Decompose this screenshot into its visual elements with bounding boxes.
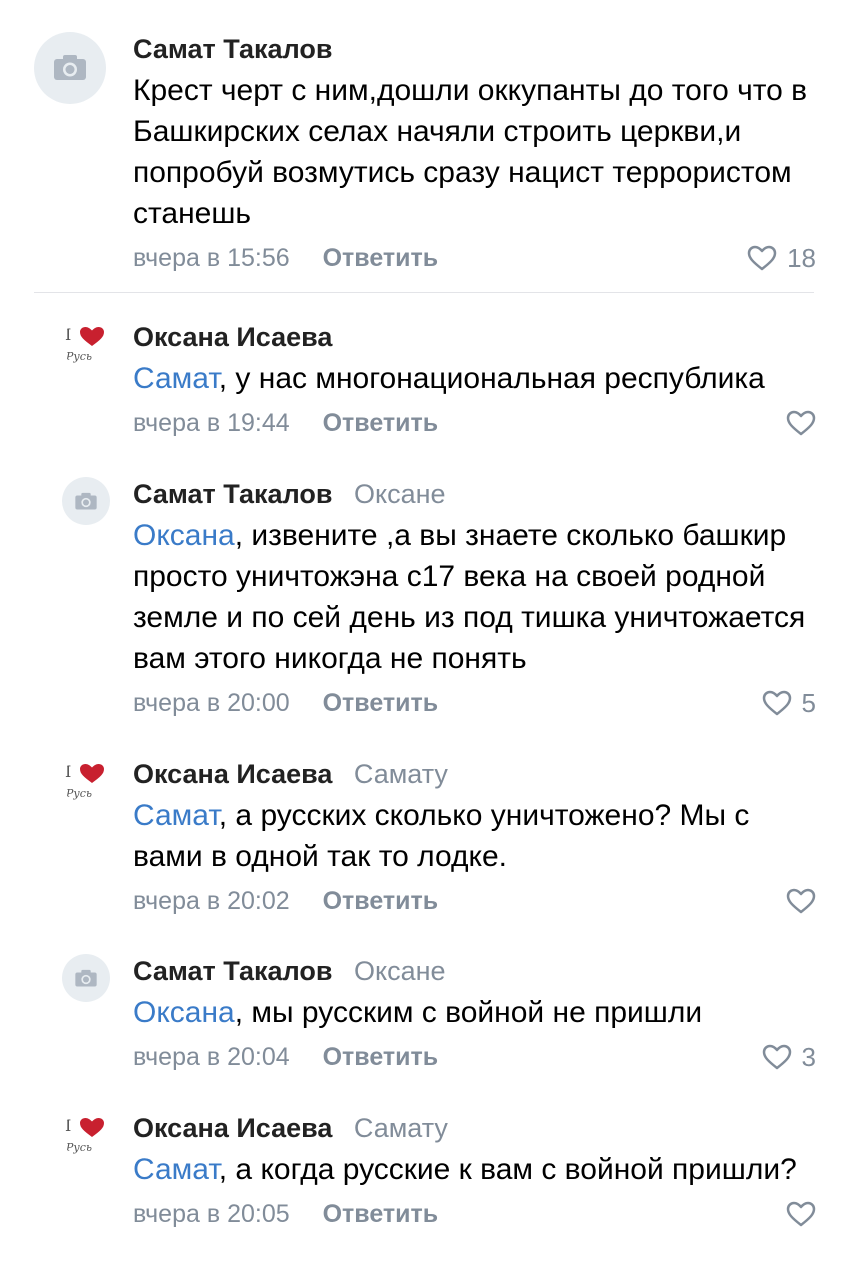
timestamp: вчера в 20:04 [133,1043,290,1071]
heart-icon [762,690,791,716]
avatar[interactable]: I Русь [62,1111,110,1159]
comment-text: Самат, а русских сколько уничтожено? Мы … [133,795,816,877]
timestamp: вчера в 20:02 [133,887,290,915]
avatar[interactable] [34,32,106,104]
svg-text:Русь: Русь [65,350,92,363]
comment-text: Самат, а когда русские к вам с войной пр… [133,1149,816,1190]
timestamp: вчера в 20:00 [133,689,290,717]
reply-button[interactable]: Ответить [323,689,439,717]
like-button[interactable]: 5 [762,685,816,721]
avatar[interactable] [62,477,110,525]
comment-text: Крест черт с ним,дошли оккупанты до того… [133,70,816,234]
comment-meta: вчера в 19:44 Ответить [133,405,816,441]
author-name[interactable]: Самат Такалов [133,34,332,64]
reply-to-label[interactable]: Оксане [354,479,446,509]
comment-body: , мы русским с войной не пришли [234,996,703,1029]
comment-body: , а русских сколько уничтожено? Мы с вам… [133,799,750,873]
camera-icon [75,492,97,509]
timestamp: вчера в 19:44 [133,409,290,437]
comment-body: Крест черт с ним,дошли оккупанты до того… [133,74,808,230]
heart-icon [762,1044,791,1070]
mention-link[interactable]: Самат [133,1153,219,1186]
mention-link[interactable]: Оксана [133,519,235,552]
comment-body: , извените ,а вы знаете сколько башкир п… [133,519,806,675]
like-button[interactable] [786,405,816,441]
reply-button[interactable]: Ответить [323,1200,439,1228]
reply-to-label[interactable]: Самату [354,1113,448,1143]
svg-text:Русь: Русь [65,787,92,800]
comment-text: Оксана, извените ,а вы знаете сколько ба… [133,515,816,679]
heart-logo-icon: I Русь [65,325,104,363]
reply-button[interactable]: Ответить [323,409,439,437]
comment-meta: вчера в 20:00 Ответить 5 [133,685,816,721]
heart-logo-icon: I Русь [65,1116,104,1154]
comment-meta: вчера в 15:56 Ответить 18 [133,240,816,276]
like-button[interactable] [786,1196,816,1232]
heart-logo-icon: I Русь [65,762,104,800]
svg-text:I: I [65,1116,71,1135]
like-button[interactable]: 18 [747,240,816,276]
svg-text:Русь: Русь [65,1141,92,1154]
reply-button[interactable]: Ответить [323,244,439,272]
reply-to-label[interactable]: Самату [354,759,448,789]
heart-icon [747,245,777,271]
mention-link[interactable]: Самат [133,362,219,395]
comment-meta: вчера в 20:04 Ответить 3 [133,1039,816,1075]
heart-icon [786,410,816,436]
author-name[interactable]: Оксана Исаева [133,322,332,352]
comment-meta: вчера в 20:02 Ответить [133,883,816,919]
like-button[interactable]: 3 [762,1039,816,1075]
reply-button[interactable]: Ответить [323,1043,439,1071]
timestamp: вчера в 15:56 [133,244,290,272]
like-count: 3 [801,1042,816,1072]
heart-icon [786,1201,816,1227]
comments-feed: Самат Такалов Крест черт с ним,дошли окк… [0,0,848,1280]
heart-icon [786,888,816,914]
comment-text: Самат, у нас многонациональная республик… [133,358,816,399]
comment-body: , а когда русские к вам с войной пришли? [218,1153,797,1186]
divider [34,292,814,293]
reply-to-label[interactable]: Оксане [354,956,446,986]
camera-icon [75,969,97,986]
mention-link[interactable]: Оксана [133,996,235,1029]
mention-link[interactable]: Самат [133,799,219,832]
comment-text: Оксана, мы русским с войной не пришли [133,992,816,1033]
reply-button[interactable]: Ответить [323,887,439,915]
like-count: 18 [787,243,816,273]
author-name[interactable]: Самат Такалов [133,479,332,509]
author-name[interactable]: Оксана Исаева [133,1113,332,1143]
comment-meta: вчера в 20:05 Ответить [133,1196,816,1232]
like-count: 5 [801,688,816,718]
like-button[interactable] [786,883,816,919]
avatar[interactable] [62,954,110,1002]
avatar[interactable]: I Русь [62,320,110,368]
author-name[interactable]: Оксана Исаева [133,759,332,789]
svg-text:I: I [65,325,71,344]
timestamp: вчера в 20:05 [133,1200,290,1228]
camera-icon [54,55,86,80]
avatar[interactable]: I Русь [62,757,110,805]
svg-text:I: I [65,762,71,781]
author-name[interactable]: Самат Такалов [133,956,332,986]
comment-body: , у нас многонациональная республика [218,362,765,395]
